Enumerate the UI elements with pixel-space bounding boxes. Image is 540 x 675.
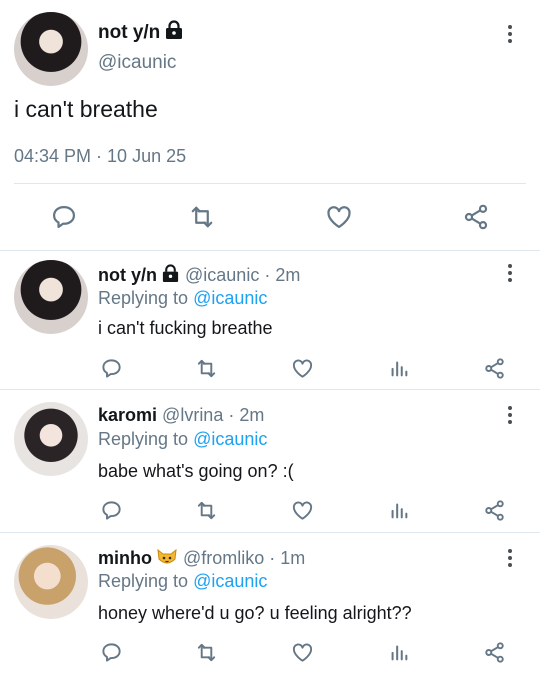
tweet-timestamp[interactable]: 04:34 PM · 10 Jun 25 [14,146,186,167]
heart-icon[interactable] [288,354,316,382]
tweet-text: i can't breathe [14,96,158,122]
divider [14,183,526,184]
reply-tweet[interactable]: karomi @lvrina · 2m Replying to @icaunic… [0,390,540,532]
avatar[interactable] [14,12,88,86]
retweet-icon[interactable] [184,201,220,233]
display-name: not y/n [98,265,157,285]
replying-to-link[interactable]: @icaunic [193,429,267,449]
reply-icon[interactable] [46,201,82,233]
replying-to-label: Replying to [98,429,194,449]
more-vertical-icon[interactable] [500,22,520,46]
replying-to-label: Replying to [98,288,194,308]
cat-emoji-icon [157,548,177,564]
handle-and-time: @lvrina · 2m [162,405,265,425]
avatar[interactable] [14,260,88,334]
replying-to-link[interactable]: @icaunic [193,288,267,308]
replying-to: Replying to @icaunic [98,571,267,592]
avatar[interactable] [14,545,88,619]
tweet-thread-page: not y/n @icaunic i can't breathe 04:34 P… [0,0,540,675]
reply-icon[interactable] [97,638,125,666]
analytics-icon[interactable] [385,354,413,382]
reply-header[interactable]: minho @fromliko · 1m [98,547,305,569]
more-vertical-icon[interactable] [500,261,520,285]
display-name-text: not y/n [98,22,161,43]
reply-text: babe what's going on? :( [98,461,294,481]
reply-tweet[interactable]: minho @fromliko · 1m Replying to @icauni… [0,533,540,675]
replying-to: Replying to @icaunic [98,288,267,309]
lock-icon [162,264,179,283]
analytics-icon[interactable] [385,638,413,666]
main-tweet[interactable]: not y/n @icaunic i can't breathe 04:34 P… [0,0,540,250]
share-icon[interactable] [458,200,494,234]
share-icon[interactable] [480,638,508,666]
reply-text: i can't fucking breathe [98,318,273,338]
display-name: karomi [98,405,158,425]
reply-icon[interactable] [97,354,125,382]
handle-and-time: @fromliko · 1m [183,548,306,568]
heart-icon[interactable] [288,638,316,666]
analytics-icon[interactable] [385,496,413,524]
more-vertical-icon[interactable] [500,403,520,427]
lock-icon [166,20,183,39]
retweet-icon[interactable] [191,354,221,382]
share-icon[interactable] [480,354,508,382]
retweet-icon[interactable] [191,496,221,524]
reply-tweet[interactable]: not y/n @icaunic · 2m Replying to @icaun… [0,251,540,389]
avatar[interactable] [14,402,88,476]
retweet-icon[interactable] [191,638,221,666]
share-icon[interactable] [480,496,508,524]
replying-to: Replying to @icaunic [98,429,267,450]
more-vertical-icon[interactable] [500,546,520,570]
reply-icon[interactable] [97,496,125,524]
handle-and-time: @icaunic · 2m [185,265,301,285]
display-name[interactable]: not y/n [98,20,184,44]
reply-text: honey where'd u go? u feeling alright?? [98,603,412,623]
replying-to-label: Replying to [98,571,194,591]
heart-icon[interactable] [321,200,357,234]
reply-header[interactable]: not y/n @icaunic · 2m [98,264,300,286]
reply-header[interactable]: karomi @lvrina · 2m [98,405,264,426]
heart-icon[interactable] [288,496,316,524]
replying-to-link[interactable]: @icaunic [193,571,267,591]
handle[interactable]: @icaunic [98,52,176,74]
display-name: minho [98,548,152,568]
